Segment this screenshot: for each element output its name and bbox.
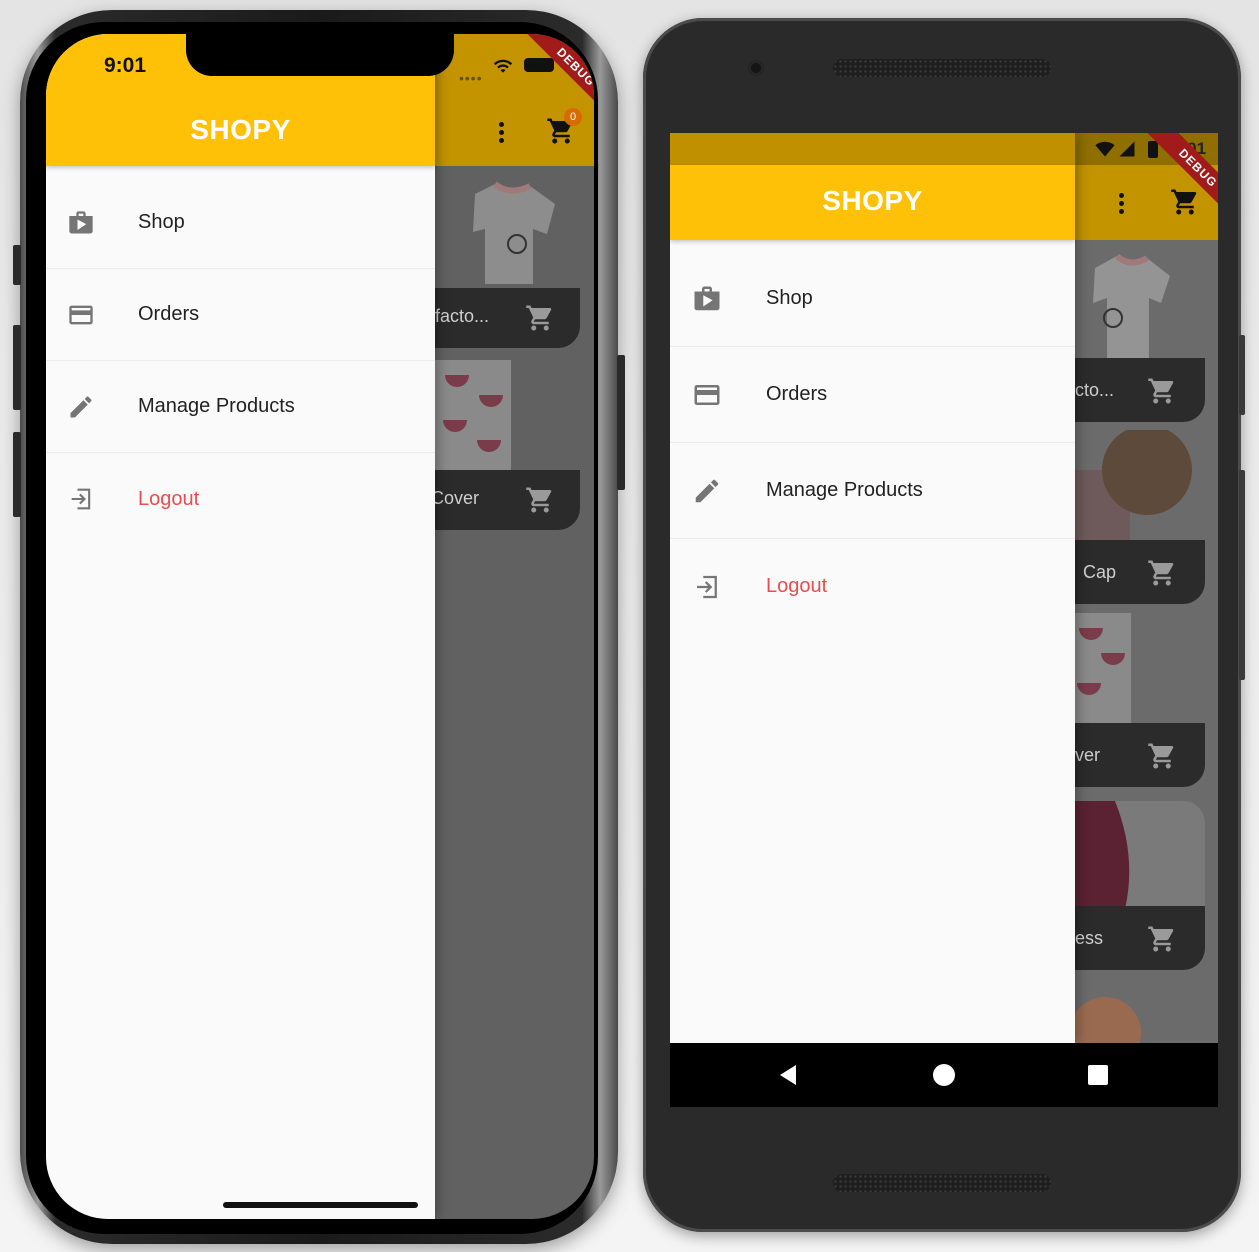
navigation-drawer: SHOPY Shop Orders Manage Products Logout bbox=[670, 133, 1075, 1043]
iphone-silent-switch bbox=[13, 245, 21, 285]
drawer-item-logout[interactable]: Logout bbox=[670, 539, 1075, 635]
wifi-icon bbox=[493, 59, 513, 73]
drawer-item-label: Logout bbox=[138, 487, 200, 510]
drawer-item-label: Manage Products bbox=[138, 395, 295, 417]
back-icon[interactable] bbox=[776, 1063, 800, 1087]
credit-card-icon bbox=[694, 385, 720, 405]
product-footer: ver bbox=[1075, 723, 1205, 787]
product-image bbox=[1075, 430, 1205, 540]
drawer-item-label: Shop bbox=[766, 287, 813, 309]
navigation-drawer: SHOPY Shop Orders Manage Products Logout bbox=[46, 34, 435, 1219]
drawer-title: SHOPY bbox=[190, 114, 291, 145]
add-to-cart-icon[interactable] bbox=[1147, 558, 1177, 588]
wifi-icon bbox=[1095, 141, 1115, 157]
product-image bbox=[1075, 248, 1205, 358]
drawer-item-label: Orders bbox=[138, 303, 200, 325]
battery-icon bbox=[1148, 141, 1158, 158]
drawer-item-manage-products[interactable]: Manage Products bbox=[46, 361, 435, 453]
product-title: facto... bbox=[435, 306, 490, 326]
product-image bbox=[1075, 801, 1205, 909]
product-image bbox=[435, 360, 511, 470]
drawer-title: SHOPY bbox=[822, 185, 923, 216]
android-power-button bbox=[1239, 335, 1245, 415]
status-time: 9:01 bbox=[104, 54, 147, 77]
battery-icon bbox=[524, 58, 554, 72]
signal-icon: •••• bbox=[459, 70, 483, 86]
front-camera bbox=[748, 60, 764, 76]
more-vert-icon[interactable] bbox=[499, 122, 505, 146]
drawer-item-logout[interactable]: Logout bbox=[46, 453, 435, 545]
iphone-volume-down bbox=[13, 432, 21, 517]
notch bbox=[186, 34, 454, 76]
shop-icon bbox=[694, 286, 720, 311]
drawer-item-shop[interactable]: Shop bbox=[670, 251, 1075, 347]
drawer-item-orders[interactable]: Orders bbox=[670, 347, 1075, 443]
top-speaker bbox=[833, 59, 1051, 77]
product-title: ver bbox=[1075, 745, 1101, 765]
product-footer: cto... bbox=[1075, 358, 1205, 422]
product-footer: facto... bbox=[435, 288, 580, 348]
add-to-cart-icon[interactable] bbox=[525, 303, 555, 333]
product-title: Cover bbox=[431, 488, 480, 508]
shop-icon bbox=[66, 208, 96, 238]
logout-icon bbox=[697, 575, 717, 599]
product-title: Cap bbox=[1083, 562, 1117, 582]
drawer-item-orders[interactable]: Orders bbox=[46, 269, 435, 361]
drawer-header: SHOPY bbox=[670, 165, 1075, 240]
product-image bbox=[1075, 613, 1131, 723]
edit-pencil-icon bbox=[66, 392, 96, 422]
iphone-screen: 0 DEBUG facto... Cover SHOPY Shop Orders bbox=[46, 34, 594, 1219]
logout-icon bbox=[66, 484, 96, 514]
drawer-item-manage-products[interactable]: Manage Products bbox=[670, 443, 1075, 539]
signal-icon bbox=[1119, 141, 1135, 157]
drawer-status-scrim bbox=[670, 133, 1075, 165]
iphone-power-button bbox=[617, 355, 625, 490]
debug-banner: DEBUG bbox=[525, 34, 594, 118]
product-image bbox=[1075, 983, 1205, 1043]
product-footer: Cap bbox=[1075, 540, 1205, 604]
add-to-cart-icon[interactable] bbox=[1147, 924, 1177, 954]
iphone-volume-up bbox=[13, 325, 21, 410]
product-image bbox=[435, 174, 585, 289]
android-volume-button bbox=[1239, 470, 1245, 680]
add-to-cart-icon[interactable] bbox=[525, 485, 555, 515]
android-screen: 9:01 DEBUG cto... Cap ver ess bbox=[670, 133, 1218, 1107]
add-to-cart-icon[interactable] bbox=[1147, 376, 1177, 406]
bottom-speaker bbox=[833, 1174, 1051, 1192]
product-title: cto... bbox=[1075, 380, 1115, 400]
drawer-item-label: Logout bbox=[766, 575, 828, 597]
home-indicator[interactable] bbox=[223, 1202, 418, 1208]
product-footer: ess bbox=[1075, 906, 1205, 970]
cart-badge: 0 bbox=[564, 108, 582, 126]
drawer-item-label: Shop bbox=[138, 211, 185, 233]
recents-icon[interactable] bbox=[1088, 1065, 1108, 1085]
product-footer: Cover bbox=[431, 470, 580, 530]
android-nav-bar bbox=[670, 1043, 1218, 1107]
home-icon[interactable] bbox=[933, 1064, 955, 1086]
edit-pencil-icon bbox=[695, 479, 719, 503]
drawer-item-shop[interactable]: Shop bbox=[46, 177, 435, 269]
drawer-item-label: Manage Products bbox=[766, 479, 923, 501]
credit-card-icon bbox=[66, 300, 96, 330]
more-vert-icon[interactable] bbox=[1119, 193, 1125, 217]
cart-icon[interactable] bbox=[1170, 187, 1200, 217]
product-title: ess bbox=[1075, 928, 1104, 948]
add-to-cart-icon[interactable] bbox=[1147, 741, 1177, 771]
drawer-item-label: Orders bbox=[766, 383, 828, 405]
